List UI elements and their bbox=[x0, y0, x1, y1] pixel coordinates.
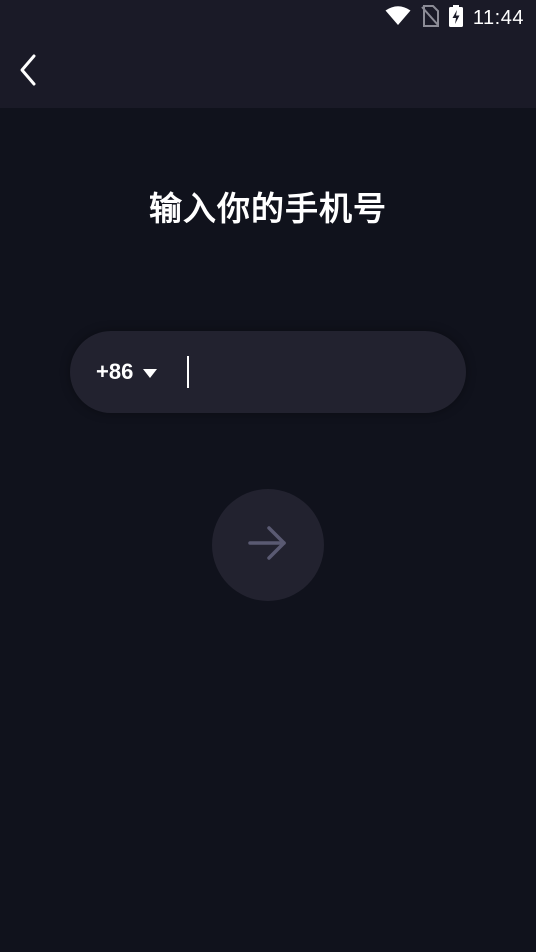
next-button[interactable] bbox=[212, 489, 324, 601]
no-sim-icon bbox=[421, 5, 439, 31]
header bbox=[0, 36, 536, 108]
status-time: 11:44 bbox=[472, 6, 524, 29]
arrow-right-icon bbox=[246, 521, 290, 569]
back-button[interactable] bbox=[6, 50, 50, 94]
caret-down-icon bbox=[143, 368, 158, 378]
battery-charging-icon bbox=[448, 5, 463, 31]
status-bar: 11:44 bbox=[0, 0, 536, 36]
country-code-label: +86 bbox=[96, 359, 134, 384]
country-code-selector[interactable]: +86 bbox=[96, 331, 158, 413]
text-cursor bbox=[187, 356, 189, 388]
phone-number-input[interactable] bbox=[186, 331, 446, 413]
page-title: 输入你的手机号 bbox=[149, 189, 387, 228]
status-icons: 11:44 bbox=[385, 5, 524, 31]
phone-input-container: +86 bbox=[70, 331, 466, 413]
chevron-left-icon bbox=[17, 53, 39, 91]
wifi-icon bbox=[385, 6, 411, 30]
login-phone-screen: 11:44 输入你的手机号 +86 bbox=[0, 0, 536, 952]
